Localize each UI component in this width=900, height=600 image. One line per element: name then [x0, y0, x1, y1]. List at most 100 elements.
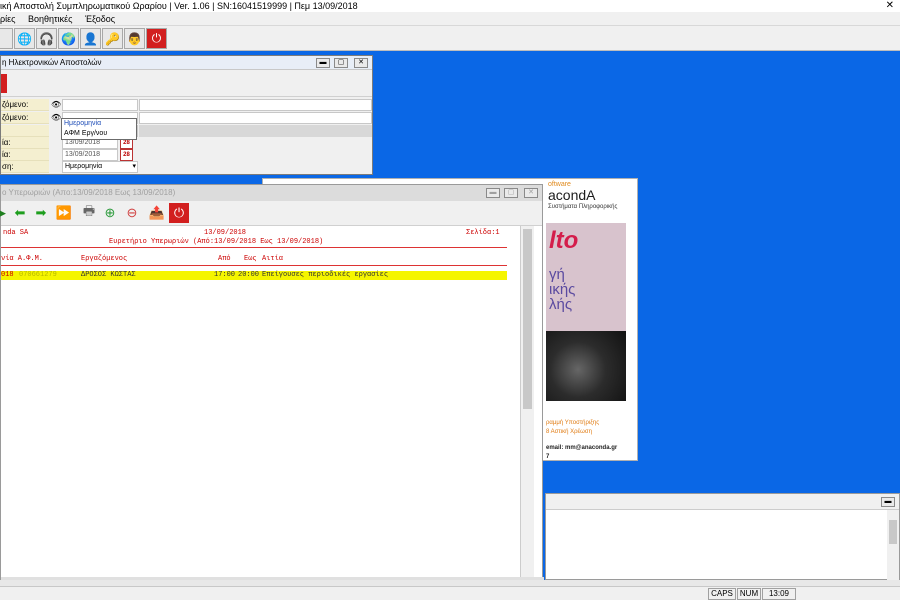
divider	[1, 265, 507, 266]
field-row: ία: 13/09/2018 28	[1, 149, 372, 161]
menu-item-exit[interactable]: Έξοδος	[85, 14, 115, 24]
field-row: **************	[1, 125, 372, 137]
next-page-icon[interactable]: ➡	[31, 203, 51, 223]
window-title: ο Υπερωριών (Απο:13/09/2018 Εως 13/09/20…	[2, 188, 176, 197]
window-title: η Ηλεκτρονικών Αποστολών	[2, 58, 102, 67]
column-to: Εως	[244, 255, 257, 263]
user-icon[interactable]: 👤	[80, 28, 101, 49]
column-date-afm: νία Α.Φ.Μ.	[1, 255, 44, 263]
field-row: ζόμενο: 👁	[1, 99, 372, 111]
overtime-report-window: ο Υπερωριών (Απο:13/09/2018 Εως 13/09/20…	[0, 184, 544, 581]
sort-select[interactable]: Ημερομηνία ▾	[62, 161, 138, 173]
minimize-button[interactable]: ▬	[881, 497, 895, 507]
email-dispatch-window: η Ηλεκτρονικών Αποστολών ▬ ▢ ✕ ζόμενο: 👁…	[0, 55, 373, 175]
splash-subtitle: Συστήματα Πληροφορικής	[548, 204, 618, 210]
title-bar: ική Αποστολή Συμπληρωματικού Ωραρίου | V…	[0, 0, 900, 12]
maximize-button[interactable]: ▢	[334, 58, 348, 68]
headset-icon[interactable]: 🎧	[36, 28, 57, 49]
row-afm: 070661279	[19, 271, 57, 279]
splash-greek-line: λής	[549, 296, 573, 313]
sort-select-value: Ημερομηνία	[65, 163, 103, 170]
power-icon[interactable]: ⏻	[146, 28, 167, 49]
chevron-down-icon[interactable]: ▾	[132, 162, 136, 172]
splash-email-extra: 7	[546, 454, 550, 460]
key-icon[interactable]: 🔑	[102, 28, 123, 49]
field-label: ία:	[1, 149, 49, 161]
close-button[interactable]: ✕	[354, 58, 368, 68]
clock-image	[546, 331, 626, 401]
toolbar-partial-button[interactable]	[0, 28, 13, 49]
user-settings-icon[interactable]: 👨	[124, 28, 145, 49]
export-icon[interactable]: 📤	[147, 203, 167, 223]
close-icon[interactable]: ✕	[886, 0, 894, 12]
report-date: 13/09/2018	[204, 229, 247, 237]
vertical-scrollbar[interactable]	[887, 510, 899, 580]
clock: 13:09	[762, 588, 796, 600]
column-employee: Εργαζόμενος	[81, 255, 128, 263]
column-reason: Αιτία	[262, 255, 284, 263]
exit-button[interactable]	[1, 74, 7, 93]
main-toolbar: 🌐 🎧 🌍 👤 🔑 👨 ⏻	[0, 26, 900, 51]
email-toolbar	[1, 70, 372, 97]
num-indicator: NUM	[737, 588, 761, 600]
employee-to-name	[139, 112, 372, 124]
close-button[interactable]: ✕	[524, 188, 538, 198]
password-extra	[139, 125, 372, 137]
field-row: ση: Ημερομηνία ▾	[1, 161, 372, 173]
date-to-input[interactable]: 13/09/2018	[62, 149, 118, 161]
web-icon[interactable]: 🌍	[58, 28, 79, 49]
maximize-button[interactable]: ▢	[504, 188, 518, 198]
field-row: ία: 13/09/2018 28	[1, 137, 372, 149]
window-caption: ο Υπερωριών (Απο:13/09/2018 Εως 13/09/20…	[1, 185, 542, 201]
binoculars-icon[interactable]: 👁	[51, 112, 61, 124]
splash-brand: acondA	[548, 187, 596, 203]
status-bar: CAPS NUM 13:09	[0, 586, 900, 600]
splash-greek-line: ικής	[549, 281, 576, 298]
employee-from-name	[139, 99, 372, 111]
zoom-out-icon[interactable]: ⊖	[122, 203, 142, 223]
row-from: 17:00	[214, 271, 236, 279]
window-caption: η Ηλεκτρονικών Αποστολών ▬ ▢ ✕	[1, 56, 372, 70]
field-label: ζόμενο:	[1, 99, 49, 111]
last-page-icon[interactable]: ⏩	[54, 203, 74, 223]
field-row: ζόμενο: 👁	[1, 112, 372, 124]
scroll-thumb[interactable]	[523, 229, 532, 409]
previous-page-icon[interactable]: ⬅	[10, 203, 30, 223]
caps-indicator: CAPS	[708, 588, 736, 600]
globe-icon[interactable]: 🌐	[14, 28, 35, 49]
dropdown-option-date[interactable]: Ημερομηνία	[62, 119, 136, 129]
scroll-thumb[interactable]	[889, 520, 897, 544]
app-title: ική Αποστολή Συμπληρωματικού Ωραρίου | V…	[0, 1, 358, 11]
log-panel: ▬	[545, 493, 900, 580]
report-page: Σελίδα:1	[466, 229, 500, 237]
menu-item-categories[interactable]: ρίες	[0, 14, 15, 24]
vertical-scrollbar[interactable]	[520, 226, 534, 577]
splash-email: email: mm@anaconda.gr	[546, 445, 618, 451]
menu-item-utilities[interactable]: Βοηθητικές	[28, 14, 72, 24]
power-icon[interactable]: ⏻	[169, 203, 189, 223]
minimize-button[interactable]: ▬	[486, 188, 500, 198]
employee-from-input[interactable]	[62, 99, 138, 111]
divider	[1, 247, 507, 248]
column-from: Από	[218, 255, 231, 263]
panel-caption: ▬	[546, 494, 899, 510]
splash-mark: lto	[549, 227, 579, 254]
dropdown-option-afm[interactable]: ΑΦΜ Εργ/νου	[62, 129, 136, 139]
row-employee: ΔΡΟΣΟΣ ΚΩΣΤΑΣ	[81, 271, 136, 279]
report-toolbar: ▶ ⬅ ➡ ⏩ 🖶 ⊕ ⊖ 📤 ⏻	[0, 201, 542, 226]
binoculars-icon[interactable]: 👁	[51, 99, 61, 111]
splash-greek: γή ικής λής	[549, 267, 575, 312]
print-icon[interactable]: 🖶	[79, 203, 99, 223]
minimize-button[interactable]: ▬	[316, 58, 330, 68]
field-label: ία:	[1, 137, 49, 149]
row-to: 20:00	[238, 271, 260, 279]
zoom-in-icon[interactable]: ⊕	[100, 203, 120, 223]
field-label	[1, 125, 49, 137]
splash-support: ραμμή Υποστήριξης	[546, 420, 600, 426]
row-date: 018	[1, 271, 14, 279]
splash-support-cost: 8 Αστική Χρέωση	[546, 429, 592, 435]
calendar-icon[interactable]: 28	[120, 149, 133, 161]
sort-dropdown-list: Ημερομηνία ΑΦΜ Εργ/νου	[61, 118, 137, 140]
row-reason: Επείγουσες περιοδικές εργασίες	[262, 271, 389, 279]
report-heading: Ευρετήριο Υπερωριών (Από:13/09/2018 Εως …	[109, 238, 324, 246]
